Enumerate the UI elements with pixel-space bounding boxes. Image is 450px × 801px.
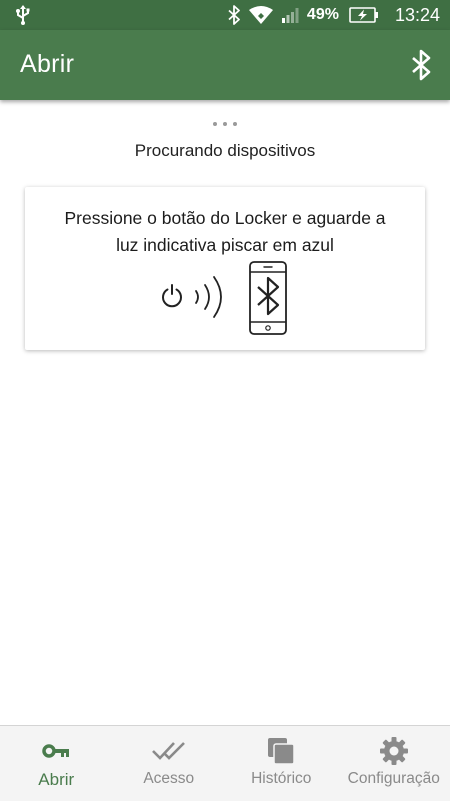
bluetooth-icon [227, 5, 241, 25]
nav-item-historico[interactable]: Histórico [225, 726, 338, 801]
page-title: Abrir [20, 50, 74, 79]
nav-item-abrir[interactable]: Abrir [0, 726, 113, 801]
battery-percent: 49% [307, 6, 339, 24]
key-icon [42, 736, 70, 766]
bluetooth-icon [410, 49, 432, 81]
power-icon [163, 285, 181, 306]
battery-charging-icon [349, 7, 379, 23]
status-bar: 49% 13:24 [0, 0, 450, 30]
search-status-text: Procurando dispositivos [0, 141, 450, 161]
nav-label-configuracao: Configuração [348, 770, 440, 788]
bluetooth-button[interactable] [410, 49, 432, 86]
nav-item-configuracao[interactable]: Configuração [338, 726, 450, 801]
gear-icon [379, 736, 409, 766]
signal-waves-icon [196, 277, 221, 317]
nav-label-historico: Histórico [251, 770, 311, 788]
clock: 13:24 [395, 5, 440, 26]
nav-label-acesso: Acesso [143, 770, 194, 788]
usb-icon [14, 5, 32, 30]
bottom-navigation: Abrir Acesso Histórico [0, 725, 450, 801]
wifi-icon [249, 6, 273, 24]
signal-icon [281, 7, 299, 23]
instruction-line-2: luz indicativa piscar em azul [35, 232, 415, 259]
double-check-icon [151, 736, 187, 766]
nav-label-abrir: Abrir [38, 770, 74, 790]
instruction-text: Pressione o botão do Locker e aguarde a … [35, 205, 415, 259]
app-bar: Abrir [0, 30, 450, 100]
nav-item-acesso[interactable]: Acesso [113, 726, 226, 801]
pairing-illustration [0, 258, 450, 338]
loading-indicator [0, 113, 450, 123]
history-icon [267, 736, 295, 766]
instruction-line-1: Pressione o botão do Locker e aguarde a [35, 205, 415, 232]
phone-bluetooth-icon [250, 262, 286, 334]
